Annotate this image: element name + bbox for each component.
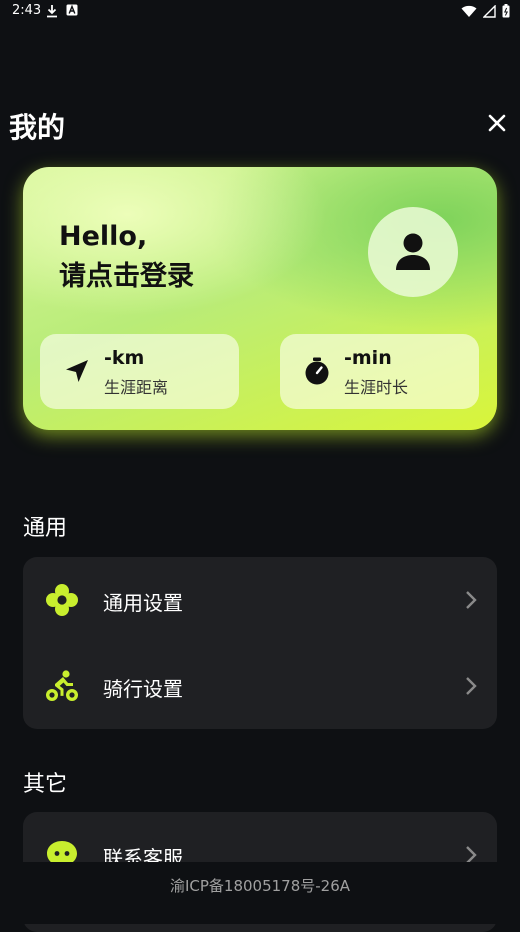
greeting-text: Hello, [59,221,148,252]
avatar[interactable] [368,207,458,297]
login-text: 请点击登录 [59,261,194,292]
battery-icon [502,4,510,18]
page-title: 我的 [9,111,66,144]
distance-label: 生涯距离 [104,378,169,397]
cyclist-icon [46,670,78,701]
duration-value: -min [344,347,392,369]
stopwatch-icon [305,357,329,385]
close-icon [488,114,506,132]
login-prompt[interactable]: Hello, 请点击登录 [59,217,194,297]
general-settings-label: 通用设置 [103,591,183,615]
career-distance-stat: -km 生涯距离 [40,334,239,409]
profile-card[interactable]: Hello, 请点击登录 -km 生涯距离 -min 生涯时长 [23,167,497,430]
riding-settings-label: 骑行设置 [103,677,183,701]
section-title-other: 其它 [23,772,68,797]
status-bar: 2:43 [0,0,520,24]
flower-settings-icon [46,584,78,616]
career-duration-stat: -min 生涯时长 [280,334,479,409]
icp-footer: 渝ICP备18005178号-26A [0,862,520,924]
general-settings-card: 通用设置 骑行设置 [23,557,497,729]
signal-icon [483,4,496,18]
chevron-right-icon [466,677,477,695]
section-title-general: 通用 [23,516,68,541]
download-icon [47,5,57,18]
close-button[interactable] [486,112,508,134]
chevron-right-icon [466,591,477,609]
notification-a-icon [66,4,78,16]
list-item-general-settings[interactable]: 通用设置 [23,557,497,643]
list-item-riding-settings[interactable]: 骑行设置 [23,643,497,729]
wifi-icon [461,5,477,17]
distance-value: -km [104,347,145,369]
user-icon [396,233,430,270]
icp-text[interactable]: 渝ICP备18005178号-26A [170,877,350,895]
status-time: 2:43 [12,3,42,18]
navigation-arrow-icon [66,360,88,382]
duration-label: 生涯时长 [344,378,409,397]
